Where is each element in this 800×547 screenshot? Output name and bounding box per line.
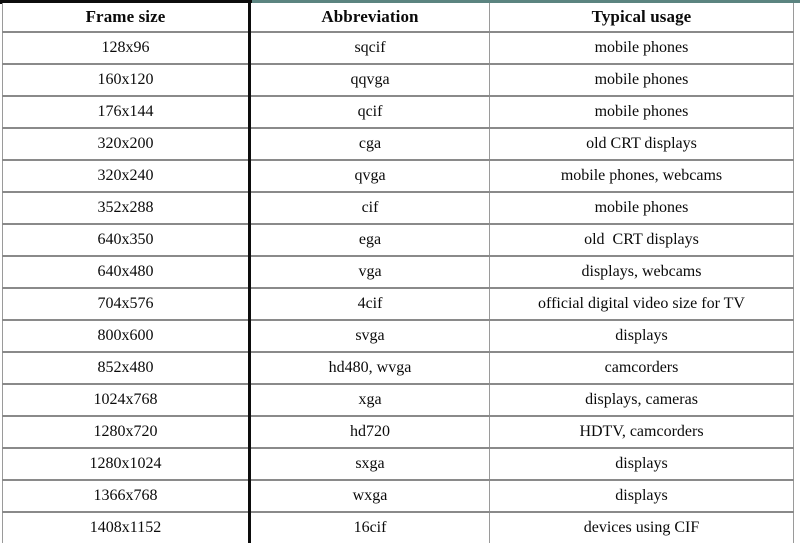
cell-abbreviation: cif (249, 192, 490, 225)
cell-frame-size: 640x350 (2, 224, 251, 257)
cell-frame-size: 1408x1152 (2, 512, 251, 543)
table-row: 800x600 svga displays (2, 320, 794, 353)
cell-abbreviation: sqcif (249, 32, 490, 65)
cell-frame-size: 176x144 (2, 96, 251, 129)
cell-typical-usage: displays (489, 480, 794, 513)
table-row: 1280x1024 sxga displays (2, 448, 794, 481)
frame-size-table-container: Frame size Abbreviation Typical usage 12… (0, 0, 800, 547)
cell-typical-usage: mobile phones (489, 192, 794, 225)
column-header-abbreviation: Abbreviation (249, 3, 490, 33)
cell-typical-usage: official digital video size for TV (489, 288, 794, 321)
cell-typical-usage: mobile phones, webcams (489, 160, 794, 193)
table-row: 1024x768 xga displays, cameras (2, 384, 794, 417)
cell-typical-usage: displays, webcams (489, 256, 794, 289)
cell-typical-usage: displays, cameras (489, 384, 794, 417)
cell-typical-usage: displays (489, 448, 794, 481)
cell-abbreviation: wxga (249, 480, 490, 513)
frame-size-table: Frame size Abbreviation Typical usage 12… (2, 3, 794, 543)
cell-abbreviation: ega (249, 224, 490, 257)
cell-typical-usage: mobile phones (489, 64, 794, 97)
cell-typical-usage: mobile phones (489, 32, 794, 65)
cell-typical-usage: mobile phones (489, 96, 794, 129)
table-row: 704x576 4cif official digital video size… (2, 288, 794, 321)
cell-typical-usage: camcorders (489, 352, 794, 385)
cell-abbreviation: qvga (249, 160, 490, 193)
cell-abbreviation: hd720 (249, 416, 490, 449)
cell-abbreviation: vga (249, 256, 490, 289)
table-header: Frame size Abbreviation Typical usage (2, 3, 794, 33)
cell-abbreviation: 4cif (249, 288, 490, 321)
column-header-frame-size: Frame size (2, 3, 251, 33)
cell-typical-usage: old CRT displays (489, 128, 794, 161)
cell-typical-usage: displays (489, 320, 794, 353)
table-row: 320x200 cga old CRT displays (2, 128, 794, 161)
cell-abbreviation: cga (249, 128, 490, 161)
table-row: 852x480 hd480, wvga camcorders (2, 352, 794, 385)
table-row: 640x480 vga displays, webcams (2, 256, 794, 289)
cell-typical-usage: devices using CIF (489, 512, 794, 543)
cell-frame-size: 128x96 (2, 32, 251, 65)
cell-typical-usage: old CRT displays (489, 224, 794, 257)
table-row: 1366x768 wxga displays (2, 480, 794, 513)
table-row: 320x240 qvga mobile phones, webcams (2, 160, 794, 193)
cell-frame-size: 704x576 (2, 288, 251, 321)
cell-frame-size: 320x200 (2, 128, 251, 161)
table-row: 1280x720 hd720 HDTV, camcorders (2, 416, 794, 449)
cell-abbreviation: qqvga (249, 64, 490, 97)
cell-frame-size: 1280x720 (2, 416, 251, 449)
cell-frame-size: 1280x1024 (2, 448, 251, 481)
cell-abbreviation: svga (249, 320, 490, 353)
table-row: 160x120 qqvga mobile phones (2, 64, 794, 97)
cell-abbreviation: qcif (249, 96, 490, 129)
cell-frame-size: 320x240 (2, 160, 251, 193)
cell-frame-size: 800x600 (2, 320, 251, 353)
cell-frame-size: 852x480 (2, 352, 251, 385)
table-row: 1408x1152 16cif devices using CIF (2, 512, 794, 543)
cell-frame-size: 160x120 (2, 64, 251, 97)
cell-frame-size: 1366x768 (2, 480, 251, 513)
cell-abbreviation: xga (249, 384, 490, 417)
cell-typical-usage: HDTV, camcorders (489, 416, 794, 449)
table-row: 352x288 cif mobile phones (2, 192, 794, 225)
table-row: 176x144 qcif mobile phones (2, 96, 794, 129)
cell-abbreviation: 16cif (249, 512, 490, 543)
table-row: 128x96 sqcif mobile phones (2, 32, 794, 65)
column-header-typical-usage: Typical usage (489, 3, 794, 33)
table-body: 128x96 sqcif mobile phones 160x120 qqvga… (2, 32, 794, 543)
table-header-row: Frame size Abbreviation Typical usage (2, 3, 794, 33)
cell-abbreviation: hd480, wvga (249, 352, 490, 385)
cell-abbreviation: sxga (249, 448, 490, 481)
table-row: 640x350 ega old CRT displays (2, 224, 794, 257)
cell-frame-size: 352x288 (2, 192, 251, 225)
cell-frame-size: 640x480 (2, 256, 251, 289)
cell-frame-size: 1024x768 (2, 384, 251, 417)
